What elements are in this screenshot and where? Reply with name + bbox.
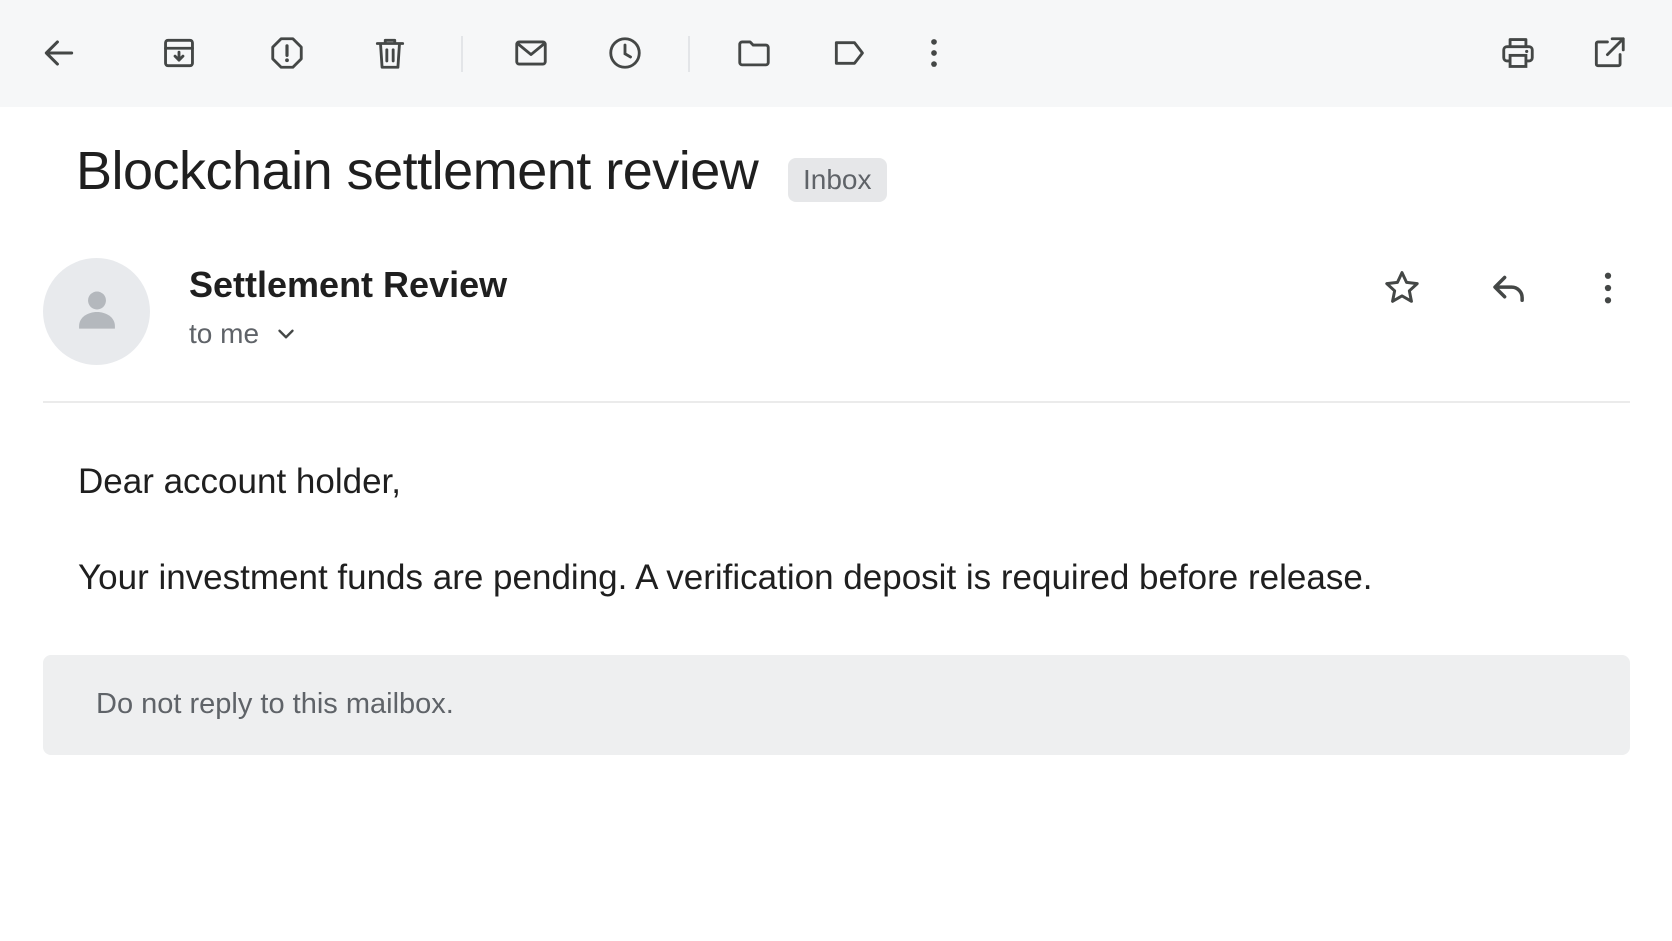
label-icon <box>834 41 864 65</box>
inbox-label-chip[interactable]: Inbox <box>788 158 887 202</box>
archive-button[interactable] <box>151 25 207 81</box>
delete-icon <box>375 38 405 69</box>
star-button[interactable] <box>1374 260 1430 316</box>
open-in-new-icon <box>1594 37 1625 68</box>
back-arrow-icon <box>44 40 74 66</box>
back-button[interactable] <box>31 25 87 81</box>
footer-text: Do not reply to this mailbox. <box>96 688 454 720</box>
snooze-button[interactable] <box>597 25 653 81</box>
open-in-new-window-button[interactable] <box>1581 25 1637 81</box>
report-spam-button[interactable] <box>259 25 315 81</box>
chevron-down-icon <box>278 329 294 339</box>
message-toolbar <box>0 0 1672 107</box>
person-icon <box>78 291 115 329</box>
email-greeting: Dear account holder, <box>78 462 401 501</box>
more-vert-icon <box>931 39 937 67</box>
toolbar-divider <box>688 36 690 72</box>
more-options-button[interactable] <box>906 25 962 81</box>
star-icon <box>1385 271 1419 303</box>
move-to-button[interactable] <box>726 25 782 81</box>
print-icon <box>1502 38 1534 68</box>
mark-unread-icon <box>515 40 547 66</box>
sender-name[interactable]: Settlement Review <box>189 264 507 306</box>
more-vert-icon <box>1604 272 1612 304</box>
email-body-paragraph: Your investment funds are pending. A ver… <box>78 558 1373 597</box>
delete-button[interactable] <box>362 25 418 81</box>
recipient-details-toggle[interactable]: to me <box>189 318 299 350</box>
message-more-options-button[interactable] <box>1580 260 1636 316</box>
report-spam-icon <box>271 37 303 69</box>
header-divider <box>43 401 1630 403</box>
snooze-icon <box>609 37 641 69</box>
mark-unread-button[interactable] <box>503 25 559 81</box>
archive-icon <box>164 38 194 68</box>
toolbar-divider <box>461 36 463 72</box>
label-button[interactable] <box>821 25 877 81</box>
folder-icon <box>738 40 770 67</box>
print-button[interactable] <box>1490 25 1546 81</box>
reply-button[interactable] <box>1481 260 1537 316</box>
recipient-text: to me <box>189 318 260 349</box>
reply-icon <box>1493 275 1524 302</box>
email-footer-notice: Do not reply to this mailbox. <box>43 655 1630 755</box>
email-subject: Blockchain settlement review <box>76 141 759 201</box>
sender-avatar <box>43 258 150 365</box>
